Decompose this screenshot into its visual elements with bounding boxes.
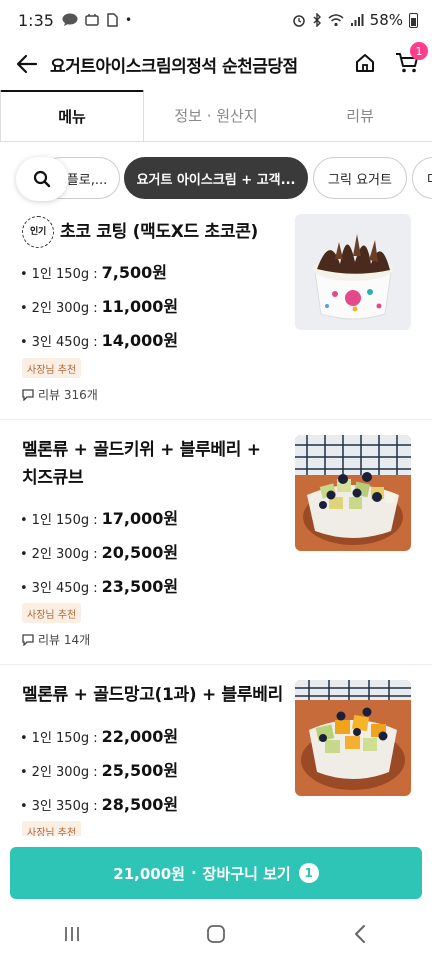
price-row: • 3인 450g :23,500원 (20, 573, 178, 597)
view-cart-button[interactable]: 21,000원 · 장바구니 보기 1 (10, 847, 422, 899)
popular-badge: 인기 (22, 216, 54, 248)
menu-item[interactable]: 멜론류 + 골드망고(1과) + 블루베리 • 1인 150g :22,000원 … (0, 680, 432, 836)
menu-item-photo (295, 435, 411, 551)
store-title: 요거트아이스크림의정석 순천금당점 (50, 56, 298, 77)
price-row: • 1인 150g :7,500원 (20, 259, 167, 283)
size-label: 2인 300g : (31, 301, 98, 316)
cart-button[interactable]: 1 (392, 42, 428, 78)
size-label: 3인 450g : (31, 581, 98, 596)
price-row: • 3인 450g :14,000원 (20, 327, 178, 351)
menu-item-name-line1: 멜론류 + 골드키위 + 블루베리 + (22, 440, 261, 460)
menu-item[interactable]: 멜론류 + 골드키위 + 블루베리 + 치즈큐브 • 1인 150g :17,00… (0, 435, 432, 665)
owner-recommend-badge: 사장님 추천 (22, 358, 82, 378)
review-count-label: 리뷰 14개 (38, 633, 91, 647)
store-tabs: 메뉴 정보 · 원산지 리뷰 (0, 90, 432, 142)
item-divider (0, 419, 432, 420)
chat-notification-icon (62, 13, 78, 26)
price-value: 11,000원 (101, 297, 179, 316)
status-bar: 1:35 • 58% (0, 0, 432, 40)
menu-list: 인기 초코 코팅 (맥도X드 초코콘) • 1인 150g :7,500원 • 2인 … (0, 214, 432, 836)
price-row: • 2인 300g :11,000원 (20, 293, 178, 317)
price-value: 20,500원 (101, 543, 179, 562)
menu-item-name-line2: 치즈큐브 (22, 468, 84, 488)
size-label: 3인 450g : (31, 335, 98, 350)
menu-item-photo (295, 680, 411, 796)
bluetooth-icon (313, 13, 321, 27)
review-bubble-icon (22, 633, 34, 646)
size-label: 1인 150g : (31, 267, 98, 282)
category-chips: 플로,... 요거트 아이스크림 + 고객... 그릭 요거트 다 (0, 142, 432, 214)
review-count: 리뷰 316개 (22, 386, 98, 403)
tab-menu[interactable]: 메뉴 (0, 90, 144, 141)
back-nav-button[interactable] (336, 914, 384, 954)
home-button[interactable] (350, 48, 380, 78)
system-nav-bar (0, 908, 432, 960)
arrow-left-icon (16, 54, 38, 74)
tab-reviews[interactable]: 리뷰 (288, 90, 432, 141)
menu-search-button[interactable] (16, 157, 68, 201)
price-value: 14,000원 (101, 331, 179, 350)
home-icon (356, 54, 374, 72)
size-label: 1인 150g : (31, 731, 98, 746)
review-count-label: 리뷰 316개 (38, 388, 98, 402)
cart-bar-container: 21,000원 · 장바구니 보기 1 (0, 836, 432, 908)
alarm-icon (292, 15, 305, 27)
menu-item-photo (295, 214, 411, 330)
recent-apps-button[interactable] (48, 914, 96, 954)
size-label: 1인 150g : (31, 513, 98, 528)
home-circle-icon (207, 925, 225, 943)
cart-count-badge: 1 (410, 42, 428, 60)
price-row: • 3인 350g :28,500원 (20, 791, 178, 815)
home-nav-button[interactable] (192, 914, 240, 954)
price-value: 23,500원 (101, 577, 179, 596)
search-icon (33, 170, 51, 188)
menu-item[interactable]: 인기 초코 코팅 (맥도X드 초코콘) • 1인 150g :7,500원 • 2인 … (0, 214, 432, 420)
size-label: 3인 350g : (31, 799, 98, 814)
price-value: 7,500원 (101, 263, 167, 282)
size-label: 2인 300g : (31, 765, 98, 780)
cart-total: 21,000원 (113, 864, 185, 883)
back-button[interactable] (12, 49, 42, 79)
battery-icon (409, 12, 418, 28)
price-value: 28,500원 (101, 795, 179, 814)
more-notifications-dot-icon: • (124, 13, 133, 27)
price-value: 25,500원 (101, 761, 179, 780)
review-bubble-icon (22, 388, 34, 401)
owner-recommend-badge: 사장님 추천 (22, 821, 82, 836)
chevron-left-icon (355, 925, 365, 943)
signal-icon (350, 14, 364, 26)
calendar-icon (107, 13, 118, 27)
price-row: • 1인 150g :17,000원 (20, 505, 178, 529)
owner-recommend-badge: 사장님 추천 (22, 603, 82, 623)
app-header: 요거트아이스크림의정석 순천금당점 1 (0, 40, 432, 88)
size-label: 2인 300g : (31, 547, 98, 562)
melon-mango-blueberry-photo (295, 680, 411, 796)
menu-item-name: 인기 초코 코팅 (맥도X드 초코콘) (22, 216, 258, 248)
item-divider (0, 664, 432, 665)
view-cart-label: 장바구니 보기 (202, 864, 291, 883)
category-chip-selected[interactable]: 요거트 아이스크림 + 고객... (124, 157, 308, 199)
menu-item-name: 멜론류 + 골드망고(1과) + 블루베리 (22, 685, 283, 705)
voicemail-icon (85, 14, 99, 26)
price-row: • 2인 300g :25,500원 (20, 757, 178, 781)
recent-apps-icon (65, 927, 79, 941)
cart-bar-count-badge: 1 (298, 863, 319, 883)
choco-cone-yogurt-photo (295, 214, 411, 330)
price-row: • 2인 300g :20,500원 (20, 539, 178, 563)
price-row: • 1인 150g :22,000원 (20, 723, 178, 747)
review-count: 리뷰 14개 (22, 631, 90, 648)
price-value: 17,000원 (101, 509, 179, 528)
price-value: 22,000원 (101, 727, 179, 746)
battery-percent: 58% (369, 11, 403, 29)
category-chip[interactable]: 그릭 요거트 (313, 157, 407, 199)
melon-kiwi-blueberry-photo (295, 435, 411, 551)
tab-info-origin[interactable]: 정보 · 원산지 (144, 90, 288, 141)
wifi-icon (328, 14, 344, 27)
menu-item-title: 초코 코팅 (맥도X드 초코콘) (60, 222, 259, 242)
category-chip[interactable]: 다 (412, 157, 432, 199)
status-time: 1:35 (18, 10, 54, 30)
cart-separator: · (190, 864, 197, 882)
